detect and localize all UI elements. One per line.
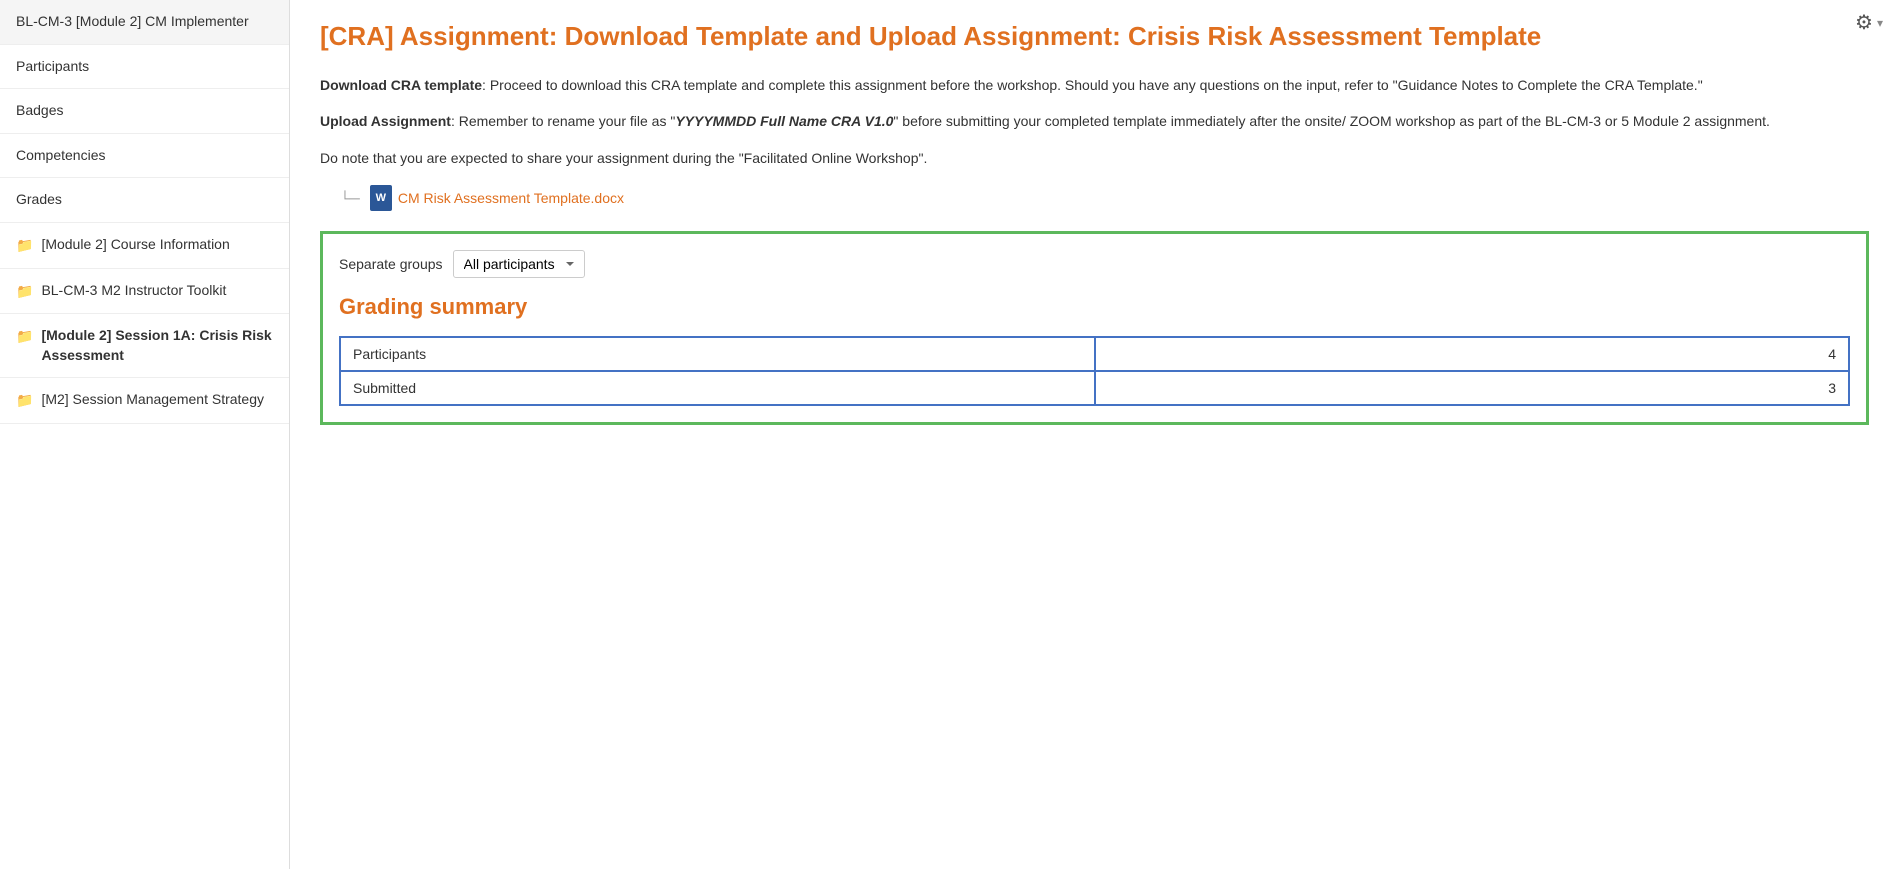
- sidebar-item-label: [Module 2] Session 1A: Crisis Risk Asses…: [41, 326, 273, 365]
- sidebar-item-badges[interactable]: Badges: [0, 89, 289, 134]
- gear-icon: ⚙: [1855, 10, 1873, 35]
- table-row: Participants4: [340, 337, 1849, 371]
- sidebar-item-label: BL-CM-3 [Module 2] CM Implementer: [16, 12, 273, 32]
- attach-line-icon: └─: [340, 190, 360, 206]
- folder-icon: 📁: [16, 327, 33, 347]
- sidebar-item-module2-session1a[interactable]: 📁 [Module 2] Session 1A: Crisis Risk Asse…: [0, 314, 289, 378]
- file-attachment[interactable]: └─ W CM Risk Assessment Template.docx: [340, 185, 1869, 211]
- row-value: 4: [1095, 337, 1850, 371]
- sidebar-item-grades[interactable]: Grades: [0, 178, 289, 223]
- sidebar-item-competencies[interactable]: Competencies: [0, 134, 289, 179]
- description-para3: Do note that you are expected to share y…: [320, 147, 1869, 169]
- para2-colon: : Remember to rename your file as ": [451, 113, 675, 129]
- para1-text: : Proceed to download this CRA template …: [482, 77, 1703, 93]
- grading-summary-title: Grading summary: [339, 294, 1850, 320]
- page-title: [CRA] Assignment: Download Template and …: [320, 20, 1869, 54]
- row-label: Submitted: [340, 371, 1095, 405]
- para2-text2: " before submitting your completed templ…: [893, 113, 1769, 129]
- folder-icon: 📁: [16, 236, 33, 256]
- grading-box: Separate groups All participantsGroup 1G…: [320, 231, 1869, 425]
- sidebar-item-label: Competencies: [16, 146, 273, 166]
- folder-icon: 📁: [16, 282, 33, 302]
- groups-label: Separate groups: [339, 256, 443, 272]
- sidebar-item-label: Grades: [16, 190, 273, 210]
- description-para2: Upload Assignment: Remember to rename yo…: [320, 110, 1869, 132]
- para2-label: Upload Assignment: [320, 113, 451, 129]
- sidebar-item-label: [Module 2] Course Information: [41, 235, 273, 255]
- row-label: Participants: [340, 337, 1095, 371]
- attachment-filename[interactable]: CM Risk Assessment Template.docx: [398, 190, 624, 206]
- sidebar-item-m2-session-management[interactable]: 📁 [M2] Session Management Strategy: [0, 378, 289, 424]
- para2-italic: YYYYMMDD Full Name CRA V1.0: [675, 113, 893, 129]
- settings-button[interactable]: ⚙ ▾: [1855, 10, 1883, 35]
- sidebar-item-blcm3-toolkit[interactable]: 📁 BL-CM-3 M2 Instructor Toolkit: [0, 269, 289, 315]
- groups-row: Separate groups All participantsGroup 1G…: [339, 250, 1850, 278]
- sidebar-item-label: Badges: [16, 101, 273, 121]
- sidebar-item-module2-course-info[interactable]: 📁 [Module 2] Course Information: [0, 223, 289, 269]
- sidebar-item-course-title[interactable]: BL-CM-3 [Module 2] CM Implementer: [0, 0, 289, 45]
- groups-select[interactable]: All participantsGroup 1Group 2: [453, 250, 585, 278]
- sidebar-item-label: [M2] Session Management Strategy: [41, 390, 273, 410]
- dropdown-arrow-icon: ▾: [1877, 16, 1883, 30]
- word-icon: W: [370, 185, 392, 211]
- sidebar: BL-CM-3 [Module 2] CM Implementer Partici…: [0, 0, 290, 869]
- main-content: ⚙ ▾ [CRA] Assignment: Download Template …: [290, 0, 1899, 869]
- summary-table: Participants4Submitted3: [339, 336, 1850, 406]
- para1-label: Download CRA template: [320, 77, 482, 93]
- table-row: Submitted3: [340, 371, 1849, 405]
- row-value: 3: [1095, 371, 1850, 405]
- sidebar-item-label: Participants: [16, 57, 273, 77]
- sidebar-item-label: BL-CM-3 M2 Instructor Toolkit: [41, 281, 273, 301]
- sidebar-item-participants[interactable]: Participants: [0, 45, 289, 90]
- folder-icon: 📁: [16, 391, 33, 411]
- description-para1: Download CRA template: Proceed to downlo…: [320, 74, 1869, 96]
